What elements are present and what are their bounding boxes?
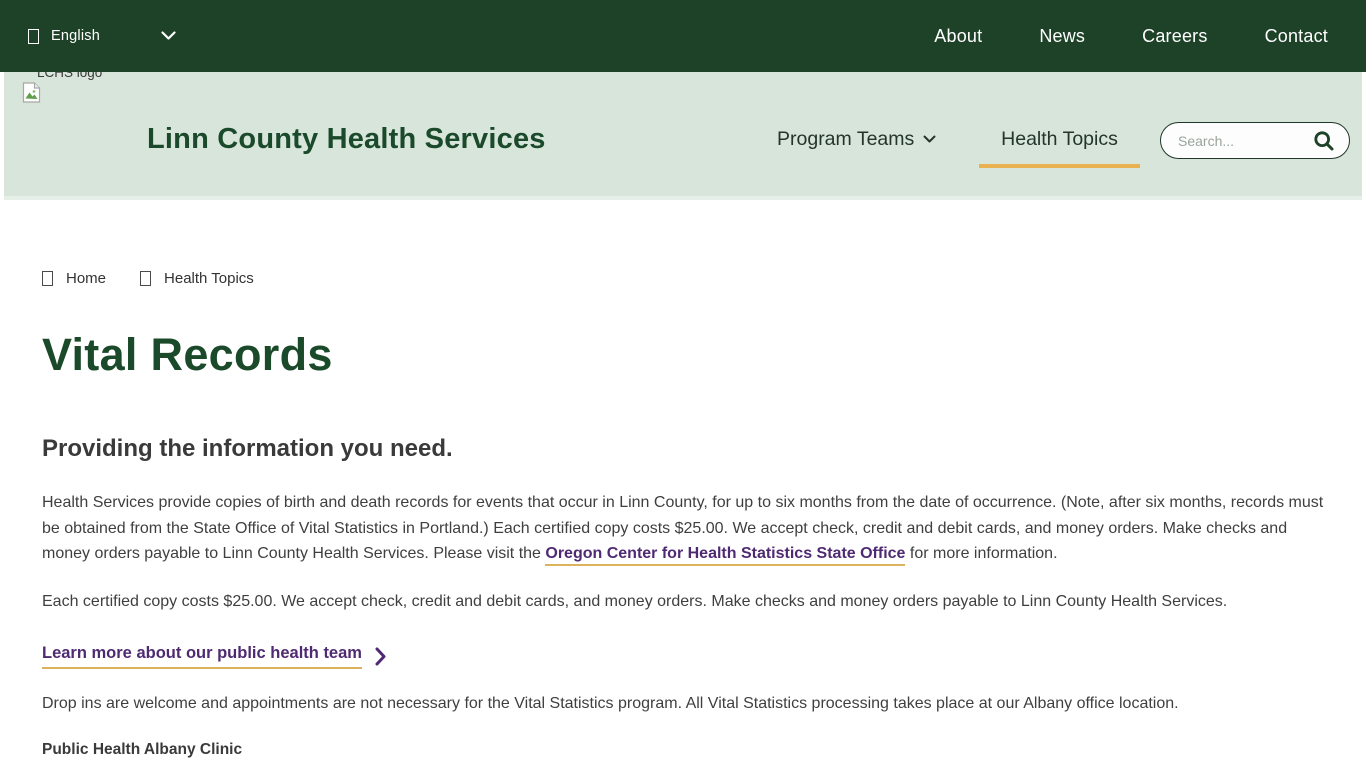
chevron-right-icon (375, 647, 386, 666)
top-nav-careers[interactable]: Careers (1142, 26, 1207, 47)
language-label: English (51, 28, 149, 44)
breadcrumb: Home Health Topics (42, 270, 1324, 287)
site-title: Linn County Health Services (147, 123, 546, 156)
breadcrumb-home-label: Home (66, 270, 106, 287)
home-icon (42, 271, 53, 286)
search-box (1160, 122, 1350, 159)
paragraph-records-info: Health Services provide copies of birth … (42, 490, 1324, 567)
search-button[interactable] (1311, 128, 1337, 154)
top-nav-contact[interactable]: Contact (1265, 26, 1328, 47)
nav-health-topics-active[interactable]: Health Topics (979, 128, 1140, 168)
language-selector[interactable]: English (28, 28, 176, 44)
broken-image-icon (22, 82, 41, 103)
paragraph-dropins: Drop ins are welcome and appointments ar… (42, 691, 1324, 717)
program-teams-label: Program Teams (777, 128, 914, 151)
search-icon (1313, 130, 1335, 152)
breadcrumb-health-topics[interactable]: Health Topics (140, 270, 254, 287)
breadcrumb-health-topics-label: Health Topics (164, 270, 254, 287)
chevron-down-icon (161, 31, 176, 41)
main-content: Home Health Topics Vital Records Providi… (0, 270, 1366, 768)
page-subtitle: Providing the information you need. (42, 435, 1324, 463)
site-header: LCHS logo Linn County Health Services Pr… (4, 72, 1362, 200)
clinic-name: Public Health Albany Clinic (42, 741, 1324, 759)
oregon-center-link[interactable]: Oregon Center for Health Statistics Stat… (545, 545, 905, 566)
nav-program-teams[interactable]: Program Teams (777, 128, 936, 151)
top-nav-about[interactable]: About (934, 26, 982, 47)
learn-more-link[interactable]: Learn more about our public health team (42, 644, 362, 669)
separator-icon (140, 271, 151, 286)
learn-more-row: Learn more about our public health team (42, 644, 1324, 669)
breadcrumb-home[interactable]: Home (42, 270, 106, 287)
page-title: Vital Records (42, 329, 1324, 381)
search-input[interactable] (1178, 133, 1311, 149)
top-nav: About News Careers Contact (934, 26, 1328, 47)
paragraph-cost-info: Each certified copy costs $25.00. We acc… (42, 589, 1324, 615)
health-topics-label: Health Topics (1001, 128, 1118, 150)
paragraph1-text-after: for more information. (905, 545, 1057, 562)
globe-icon (28, 29, 39, 44)
chevron-down-icon (923, 135, 936, 144)
top-utility-bar: English About News Careers Contact (0, 0, 1366, 72)
top-nav-news[interactable]: News (1039, 26, 1085, 47)
